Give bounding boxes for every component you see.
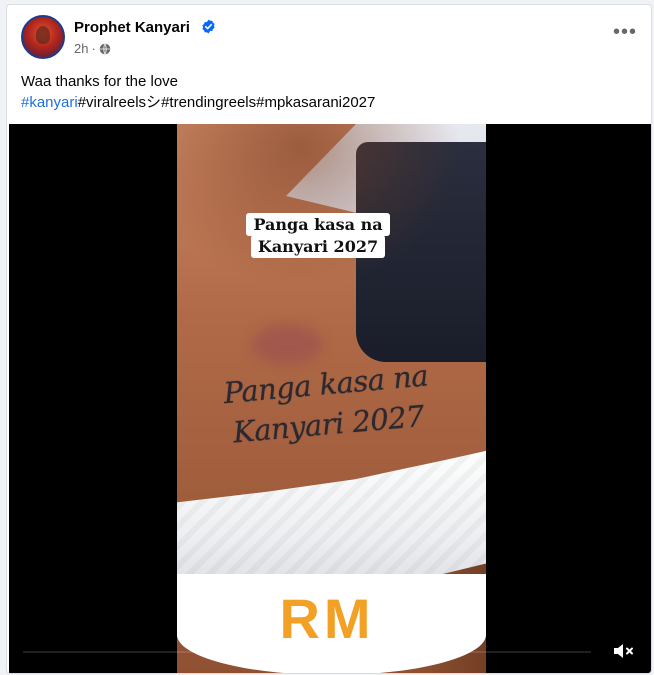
post-meta: 2h · <box>74 41 111 56</box>
meta-separator: · <box>91 41 96 56</box>
post-card: Prophet Kanyari 2h · ••• Waa thanks for … <box>6 4 652 674</box>
verified-badge-icon <box>202 19 215 34</box>
shirt-print-text: RM <box>279 587 375 650</box>
hashtag-link[interactable]: #mpkasarani2027 <box>256 94 375 111</box>
video-progress-bar[interactable] <box>23 651 591 653</box>
volume-muted-icon[interactable] <box>609 637 637 665</box>
globe-icon[interactable] <box>99 43 111 55</box>
author-name[interactable]: Prophet Kanyari <box>74 19 190 36</box>
tattoo-text: Panga kasa na Kanyari 2027 <box>222 355 438 453</box>
video-text-overlay: Panga kasa na Kanyari 2027 <box>213 213 423 258</box>
caption-text: Waa thanks for the love <box>21 73 179 90</box>
post-header: Prophet Kanyari 2h · ••• <box>7 5 651 67</box>
skin-mark <box>252 324 322 364</box>
hashtag-row: #kanyari#viralreelsシ#trendingreels#mpkas… <box>21 92 641 113</box>
post-caption: Waa thanks for the love #kanyari#viralre… <box>21 71 641 113</box>
hashtag-link[interactable]: #trendingreels <box>161 94 256 111</box>
video-player[interactable]: Panga kasa na Kanyari 2027 Panga kasa na… <box>9 124 651 673</box>
post-time[interactable]: 2h <box>74 41 88 56</box>
more-options-icon[interactable]: ••• <box>613 22 637 43</box>
video-frame[interactable]: Panga kasa na Kanyari 2027 Panga kasa na… <box>177 124 486 673</box>
hashtag-link[interactable]: #kanyari <box>21 94 78 111</box>
hashtag-link[interactable]: #viralreelsシ <box>78 94 161 111</box>
author-avatar[interactable] <box>21 15 65 59</box>
